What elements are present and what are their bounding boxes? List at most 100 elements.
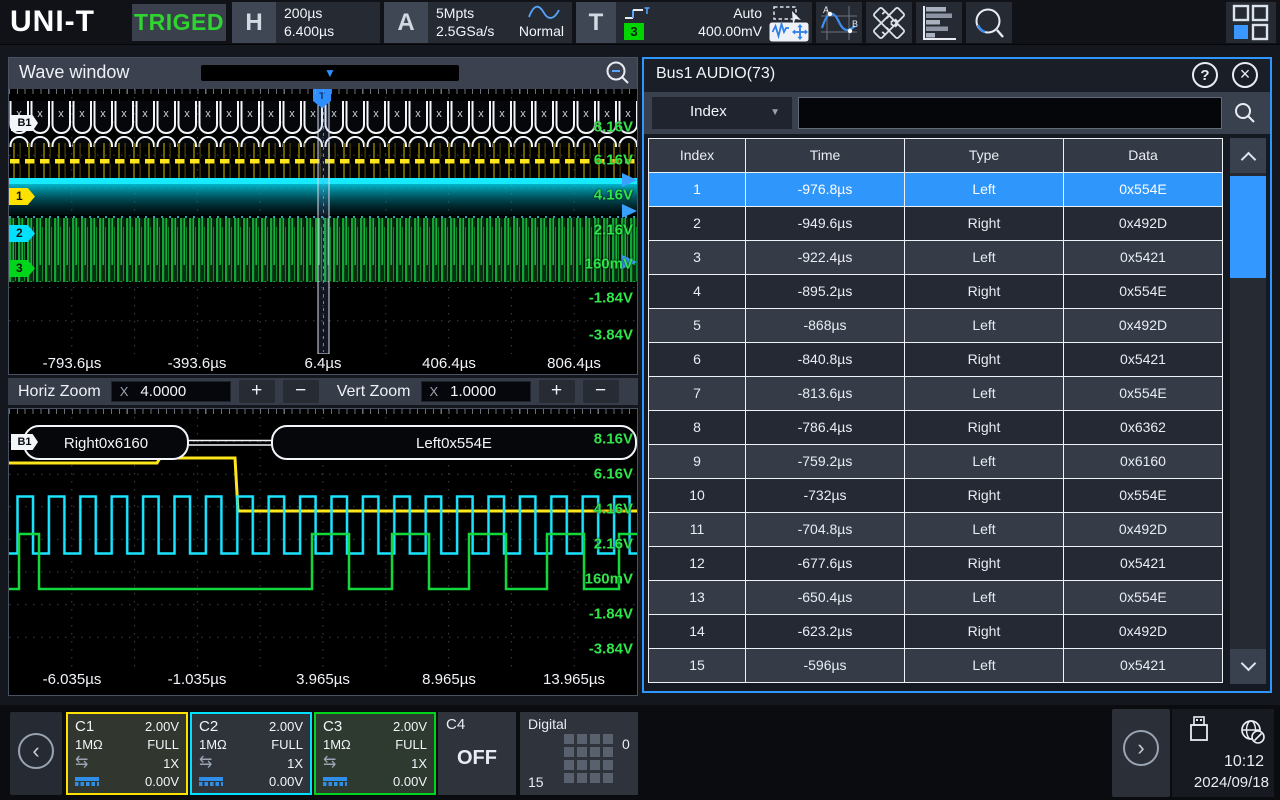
main-waveform-graphic: x — [9, 89, 637, 354]
help-button[interactable]: ? — [1192, 62, 1218, 88]
horiz-zoom-plus-button[interactable]: + — [239, 380, 275, 403]
wave-window: Wave window ▼ x — [8, 57, 638, 375]
channel-offset: 0.00V — [269, 774, 303, 789]
channel-status-bar: ‹ C12.00V 1MΩFULL ⇆1X 0.00V C22.00V 1MΩF… — [0, 705, 1280, 800]
horiz-zoom-value: 4.0000 — [140, 383, 186, 400]
chevron-down-icon — [1240, 656, 1256, 672]
time-label: 406.4µs — [422, 355, 476, 372]
horizontal-block[interactable]: H 200µs 6.400µs — [232, 2, 380, 43]
channel-name: C3 — [323, 718, 342, 735]
zoom-time-axis: -6.035µs -1.035µs 3.965µs 8.965µs 13.965… — [9, 670, 637, 695]
time-label: 8.965µs — [422, 671, 476, 688]
chevron-right-icon: › — [1123, 730, 1159, 766]
usb-icon — [1186, 715, 1212, 747]
oscilloscope-screen: UNI-T TRIGED H 200µs 6.400µs A 5Mpts 2.5… — [0, 0, 1280, 800]
acquire-block[interactable]: A 5Mpts 2.5GSa/s Normal — [384, 2, 572, 43]
search-icon — [1233, 101, 1257, 125]
select-move-tool-button[interactable] — [766, 2, 812, 43]
histogram-bars-icon — [919, 4, 959, 42]
magnifier-minus-icon — [605, 60, 631, 86]
channel1-card[interactable]: C12.00V 1MΩFULL ⇆1X 0.00V — [66, 712, 188, 795]
rulers-icon — [869, 4, 909, 42]
horiz-zoom-minus-button[interactable]: − — [283, 380, 319, 403]
digital-channels-card[interactable]: Digital 0 15 — [520, 712, 638, 795]
channel-probe: 1X — [163, 756, 179, 771]
time-label: -6.035µs — [43, 671, 102, 688]
scroll-up-button[interactable] — [1230, 138, 1266, 173]
col-header[interactable]: Data — [1064, 139, 1222, 172]
time-label: 6.4µs — [305, 355, 342, 372]
channel-name: C1 — [75, 718, 94, 735]
bus1-badge[interactable]: B1 — [11, 115, 38, 131]
filter-field-dropdown[interactable]: Index ▼ — [652, 97, 792, 129]
vert-zoom-label: Vert Zoom — [337, 383, 411, 401]
channel-probe: 1X — [287, 756, 303, 771]
trigger-level-value: 400.00mV — [698, 23, 762, 39]
svg-text:B: B — [852, 19, 858, 29]
system-date: 2024/09/18 — [1194, 774, 1269, 791]
search-icon — [969, 4, 1009, 42]
horizontal-delay-value: 6.400µs — [284, 23, 334, 39]
zoom-out-button[interactable] — [605, 60, 631, 86]
horiz-zoom-value-box[interactable]: X 4.0000 — [111, 381, 231, 402]
trigger-block[interactable]: T 3 Auto 400.00mV — [576, 2, 770, 43]
acquire-letter: A — [384, 2, 428, 43]
prev-page-button[interactable]: ‹ — [10, 712, 62, 795]
window-layout-button[interactable] — [1226, 2, 1276, 43]
bus-decode-panel: Bus1 AUDIO(73) ? × Index ▼ Index Time Ty… — [642, 57, 1272, 693]
search-input[interactable] — [798, 97, 1222, 129]
bus-panel-titlebar: Bus1 AUDIO(73) ? × — [644, 59, 1270, 92]
channel-scale: 2.00V — [145, 719, 179, 734]
cursor-measure-tool-button[interactable]: AB — [816, 2, 862, 43]
col-header[interactable]: Time — [746, 139, 904, 172]
channel2-card[interactable]: C22.00V 1MΩFULL ⇆1X 0.00V — [190, 712, 312, 795]
volt-label: 8.16V — [594, 119, 633, 136]
digital-channel-grid-icon — [564, 734, 613, 783]
volt-label: -1.84V — [589, 606, 633, 623]
zoom-window: Right0x6160 Left0x554E B1 8.16V 6.16V 4.… — [8, 408, 638, 696]
trigger-status-badge: TRIGED — [132, 4, 226, 41]
wave-area: Wave window ▼ x — [0, 46, 641, 705]
vert-zoom-plus-button[interactable]: + — [539, 380, 575, 403]
channel-scale: 2.00V — [393, 719, 427, 734]
vert-zoom-value-box[interactable]: X 1.0000 — [421, 381, 531, 402]
main-time-axis: -793.6µs -393.6µs 6.4µs 406.4µs 806.4µs — [9, 354, 637, 374]
channel3-card[interactable]: C32.00V 1MΩFULL ⇆1X 0.00V — [314, 712, 436, 795]
system-status-block[interactable]: 10:12 2024/09/18 — [1172, 709, 1274, 797]
wave-window-header: Wave window ▼ — [9, 58, 637, 89]
zoom-waveform-plot[interactable]: Right0x6160 Left0x554E B1 8.16V 6.16V 4.… — [9, 409, 637, 670]
col-header[interactable]: Index — [649, 139, 745, 172]
offset-ground-icon — [323, 777, 347, 786]
time-label: 3.965µs — [296, 671, 350, 688]
bus-panel-title: Bus1 AUDIO(73) — [656, 65, 775, 83]
wave-position-slider[interactable]: ▼ — [201, 65, 459, 81]
table-scrollbar[interactable] — [1230, 138, 1266, 684]
bus-panel-searchbar: Index ▼ — [644, 92, 1270, 134]
volt-label: -1.84V — [589, 290, 633, 307]
statistics-tool-button[interactable] — [916, 2, 962, 43]
dropdown-arrow-icon: ▼ — [770, 107, 780, 118]
col-header[interactable]: Type — [905, 139, 1063, 172]
time-label: -793.6µs — [43, 355, 102, 372]
time-label: 13.965µs — [543, 671, 605, 688]
window-layout-icon — [1231, 4, 1271, 42]
horizontal-letter: H — [232, 2, 276, 43]
channel-impedance: 1MΩ — [199, 737, 227, 752]
main-waveform-plot[interactable]: x — [9, 89, 637, 354]
close-button[interactable]: × — [1232, 62, 1258, 88]
channel-bandwidth: FULL — [147, 737, 179, 752]
bus1-badge[interactable]: B1 — [11, 434, 38, 450]
vert-zoom-minus-button[interactable]: − — [583, 380, 619, 403]
time-label: 806.4µs — [547, 355, 601, 372]
slider-marker-icon[interactable]: ▼ — [324, 66, 336, 80]
scrollbar-thumb[interactable] — [1230, 176, 1266, 278]
bus-segment-1: Right0x6160 — [64, 435, 148, 452]
search-button[interactable] — [1226, 97, 1264, 129]
search-tool-button[interactable] — [966, 2, 1012, 43]
sine-wave-icon — [528, 4, 562, 22]
scroll-down-button[interactable] — [1230, 649, 1266, 684]
svg-text:A: A — [823, 5, 829, 15]
next-page-button[interactable]: › — [1112, 709, 1170, 797]
channel4-card[interactable]: C4 OFF — [438, 712, 516, 795]
measure-tool-button[interactable] — [866, 2, 912, 43]
